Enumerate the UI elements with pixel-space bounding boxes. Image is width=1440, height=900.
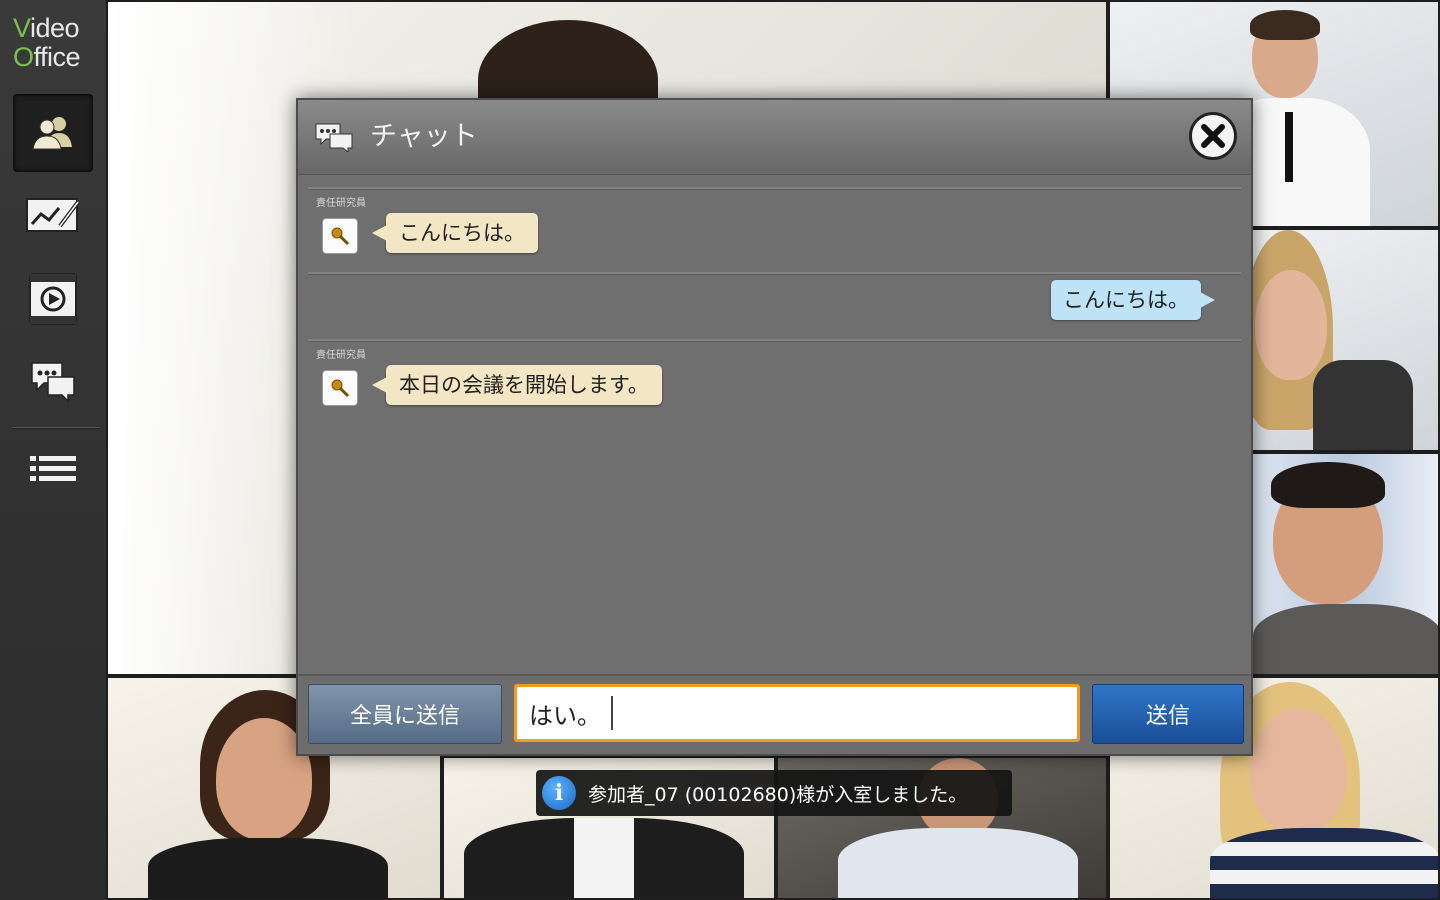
participants-icon <box>32 117 72 150</box>
notification-text: 参加者_07 (00102680)様が入室しました。 <box>588 783 968 806</box>
sidebar-item-chat[interactable] <box>13 342 93 420</box>
sidebar-item-participants[interactable] <box>13 94 93 172</box>
app-logo: Video Office <box>13 13 81 72</box>
chat-input-value: はい。 <box>529 701 601 730</box>
chat-icon <box>31 362 75 403</box>
logo-rest-1: ideo <box>30 13 80 43</box>
participant-hair <box>1250 10 1320 40</box>
key-icon <box>331 379 350 398</box>
message-divider <box>308 339 1241 342</box>
join-notification-toast: i 参加者_07 (00102680)様が入室しました。 <box>536 770 1012 816</box>
participant-body <box>1210 828 1438 898</box>
message-divider <box>308 187 1241 190</box>
info-icon: i <box>542 776 576 810</box>
video-tile-3[interactable] <box>1251 452 1440 676</box>
chat-message-input[interactable]: はい。 <box>514 684 1080 742</box>
participant-body <box>838 828 1078 898</box>
close-icon <box>1201 124 1225 148</box>
message-bubble-outgoing: こんにちは。 <box>1051 280 1215 320</box>
chat-header: チャット <box>298 100 1251 175</box>
sidebar-item-menu[interactable] <box>13 430 93 508</box>
video-tile-2[interactable] <box>1251 228 1440 452</box>
sender-avatar <box>322 370 358 406</box>
participant-hair <box>1271 462 1385 508</box>
sidebar: Video Office <box>0 0 108 900</box>
message-sender: 責任研究員 <box>316 198 366 209</box>
send-button[interactable]: 送信 <box>1092 684 1244 744</box>
chat-header-icon <box>314 122 354 156</box>
sender-avatar <box>322 218 358 254</box>
message-bubble-incoming: こんにちは。 <box>372 213 538 253</box>
chat-title: チャット <box>370 121 478 152</box>
message-divider <box>308 272 1241 275</box>
logo-rest-2: ffice <box>33 42 81 72</box>
whiteboard-icon <box>26 198 80 232</box>
chat-footer: 全員に送信 はい。 送信 <box>298 674 1251 754</box>
sidebar-item-whiteboard[interactable] <box>13 176 93 254</box>
key-icon <box>331 227 350 246</box>
menu-list-icon <box>30 456 76 481</box>
sidebar-divider <box>12 427 100 429</box>
chat-dialog: チャット 責任研究員 こんにちは。 こんにちは。 責任研究員 本日の会議を開始し… <box>296 98 1253 756</box>
participant-shirt <box>574 818 634 898</box>
video-file-icon <box>29 273 77 325</box>
chair <box>1313 360 1413 450</box>
message-bubble-incoming: 本日の会議を開始します。 <box>372 365 662 405</box>
close-button[interactable] <box>1189 112 1237 160</box>
send-to-all-button[interactable]: 全員に送信 <box>308 684 502 744</box>
text-caret <box>611 696 613 730</box>
participant-body <box>148 838 388 898</box>
message-sender: 責任研究員 <box>316 350 366 361</box>
participant-face <box>1250 708 1346 834</box>
sidebar-item-video[interactable] <box>13 260 93 338</box>
participant-face <box>1255 270 1327 380</box>
participant-tie <box>1285 112 1293 182</box>
participant-body <box>1253 604 1438 674</box>
